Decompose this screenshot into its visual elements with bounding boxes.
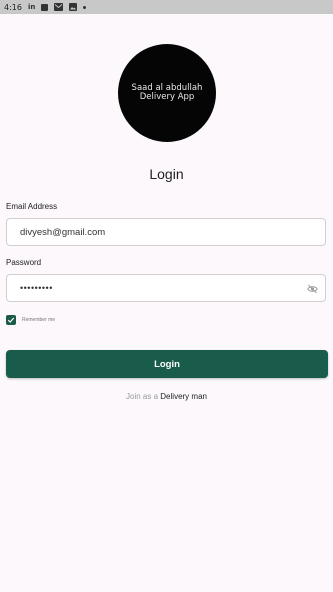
email-value: divyesh@gmail.com [20,226,106,238]
delivery-man-link[interactable]: Delivery man [160,392,207,401]
eye-off-icon[interactable] [307,284,318,297]
email-label: Email Address [6,202,58,211]
page-title: Login [149,166,184,182]
join-line: Join as a Delivery man [0,392,333,401]
join-prefix: Join as a [126,392,159,401]
image-icon [69,3,78,11]
app-square-icon [41,3,49,11]
logo-line-2: Delivery App [139,92,195,102]
status-time: 4:16 [4,2,22,12]
email-field[interactable]: divyesh@gmail.com [6,218,326,246]
linkedin-icon: in [27,3,36,11]
password-field[interactable]: ••••••••• [6,274,326,302]
dot-icon [83,3,87,11]
mail-icon [54,3,64,11]
password-value: ••••••••• [20,283,53,293]
remember-label: Remember me [22,317,56,323]
remember-me[interactable]: Remember me [6,315,55,325]
login-button[interactable]: Login [6,350,328,378]
password-label: Password [6,258,42,267]
status-bar: 4:16 in [0,0,333,14]
app-logo: Saad al abdullah Delivery App [118,44,216,142]
remember-checkbox[interactable] [6,315,16,325]
